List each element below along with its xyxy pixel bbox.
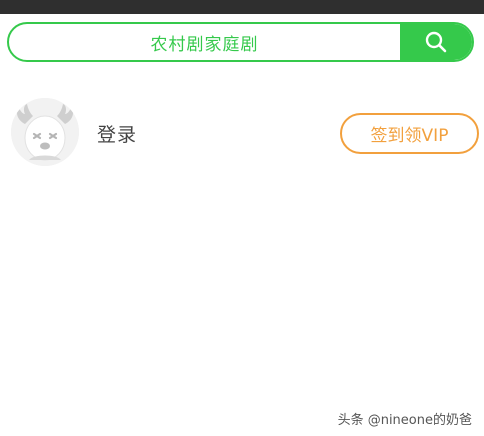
search-icon [425, 31, 447, 53]
search-input[interactable]: 农村剧家庭剧 [9, 24, 400, 60]
login-label[interactable]: 登录 [97, 120, 137, 147]
search-button[interactable] [400, 24, 472, 60]
profile-row: 登录 签到领VIP [0, 96, 484, 170]
moose-avatar-icon [11, 98, 79, 166]
checkin-vip-button[interactable]: 签到领VIP [340, 113, 479, 154]
avatar[interactable] [11, 98, 79, 166]
status-bar [0, 0, 484, 14]
watermark: 头条 @nineone的奶爸 [337, 413, 472, 428]
search-bar[interactable]: 农村剧家庭剧 [7, 22, 474, 62]
